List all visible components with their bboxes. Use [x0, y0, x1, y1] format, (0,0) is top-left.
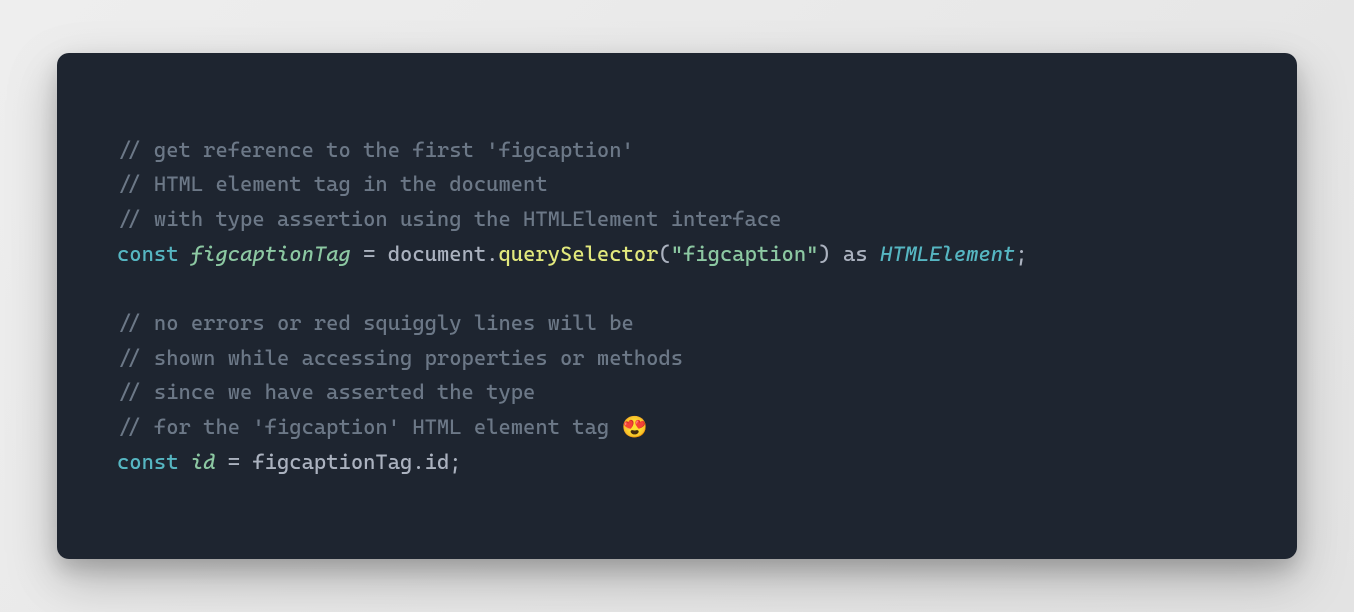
- code-comment: // get reference to the first 'figcaptio…: [117, 138, 634, 162]
- code-semicolon: ;: [1015, 242, 1027, 266]
- code-dot: .: [412, 450, 424, 474]
- code-property: id: [425, 450, 450, 474]
- code-object: document: [388, 242, 486, 266]
- code-comment: // for the 'figcaption' HTML element tag…: [117, 415, 648, 439]
- code-comment: // HTML element tag in the document: [117, 172, 548, 196]
- code-operator: =: [351, 242, 388, 266]
- code-block: // get reference to the first 'figcaptio…: [117, 133, 1237, 479]
- code-keyword-const: const: [117, 242, 179, 266]
- code-keyword-as: as: [831, 242, 880, 266]
- code-variable: figcaptionTag: [191, 242, 351, 266]
- code-comment: // shown while accessing properties or m…: [117, 346, 683, 370]
- code-keyword-const: const: [117, 450, 179, 474]
- code-type: HTMLElement: [880, 242, 1015, 266]
- code-paren: (: [658, 242, 670, 266]
- code-paren: ): [818, 242, 830, 266]
- code-object: figcaptionTag: [252, 450, 412, 474]
- code-variable: id: [191, 450, 216, 474]
- code-comment: // with type assertion using the HTMLEle…: [117, 207, 781, 231]
- code-dot: .: [486, 242, 498, 266]
- code-function: querySelector: [498, 242, 658, 266]
- code-operator: =: [215, 450, 252, 474]
- code-semicolon: ;: [449, 450, 461, 474]
- code-string: "figcaption": [671, 242, 819, 266]
- code-comment: // since we have asserted the type: [117, 380, 535, 404]
- code-snippet-card: // get reference to the first 'figcaptio…: [57, 53, 1297, 559]
- code-comment: // no errors or red squiggly lines will …: [117, 311, 634, 335]
